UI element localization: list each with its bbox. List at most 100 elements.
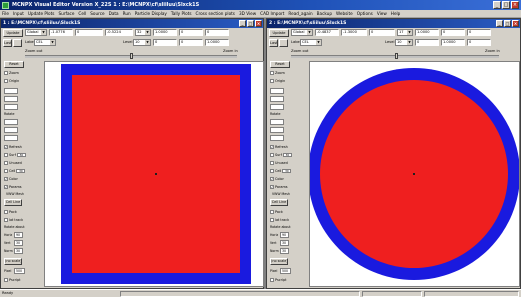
plot-canvas-2[interactable] [309,61,520,287]
zoom-radio[interactable] [270,71,274,75]
origin-option[interactable]: Origin [4,79,19,83]
side-field-5[interactable] [4,127,18,133]
lat-track-checkbox[interactable] [270,218,274,222]
zoom-radio[interactable] [4,71,8,75]
menu-item-cross-section-plots[interactable]: Cross section plots [196,11,235,16]
refresh-checkbox[interactable]: ✓ [270,145,274,149]
menu-item-help[interactable]: Help [391,11,401,16]
params-checkbox[interactable]: ✓ [4,185,8,189]
zoom-option[interactable]: Zoom [270,71,285,75]
side-field-3[interactable] [270,104,284,110]
menu-item-options[interactable]: Options [357,11,373,16]
side-field-4[interactable] [4,119,18,125]
menu-item-read-again[interactable]: Read_again [288,11,312,16]
params-option[interactable]: ✓ Params [270,185,288,189]
menu-item-source[interactable]: Source [90,11,104,16]
pscript-checkbox[interactable] [4,278,8,282]
vert-field[interactable]: 30 [280,240,289,246]
lat-track-option[interactable]: lat track [270,218,289,222]
unused-option[interactable]: Unused [270,161,288,165]
extent-combo[interactable]: 32 ▼ [135,29,151,36]
origin-y-field[interactable]: -1.3000 [341,29,367,36]
extent-3-field[interactable]: 0 [467,29,491,36]
color-checkbox[interactable]: ✓ [270,177,274,181]
zoom-slider-thumb[interactable] [130,53,133,59]
norm-field[interactable]: 30 [14,248,23,254]
origin-x-field[interactable]: -0.4837 [315,29,339,36]
horiz-field[interactable]: 90 [14,232,23,238]
side-field-1[interactable] [4,88,18,94]
next-button[interactable] [279,39,288,47]
menu-item-input[interactable]: Input [13,11,24,16]
window-1-minimize-button[interactable]: _ [239,20,246,27]
extent-combo[interactable]: 17 ▼ [397,29,413,36]
pscript-option[interactable]: Pscript [4,278,20,282]
menu-item-website[interactable]: Website [336,11,353,16]
cell-checkbox[interactable] [4,169,8,173]
surf-option[interactable]: Surf 30 [270,153,292,157]
level-3-field[interactable]: 1.0000 [205,39,229,46]
zoom-option[interactable]: Zoom [4,71,19,75]
menu-item-update-plots[interactable]: Update Plots [28,11,55,16]
menu-item-file[interactable]: File [2,11,9,16]
level-combo[interactable]: 10 ▼ [133,39,151,46]
surf-checkbox[interactable] [4,153,8,157]
side-field-6[interactable] [4,135,18,141]
level-combo[interactable]: 10 ▼ [395,39,413,46]
level-2-field[interactable]: 1.0000 [441,39,465,46]
cell-option[interactable]: Cell 30 [270,169,292,173]
refresh-checkbox[interactable]: ✓ [4,145,8,149]
side-field-2[interactable] [270,96,284,102]
origin-radio[interactable] [270,79,274,83]
extent-1-field[interactable]: 1.0000 [153,29,177,36]
surf-value[interactable]: 30 [282,153,292,157]
origin-x-field[interactable]: -1.0776 [49,29,73,36]
cell-value[interactable]: 30 [16,169,26,173]
maximize-button[interactable]: □ [502,1,510,9]
refresh-option[interactable]: ✓ Refresh [270,145,288,149]
scale-dropdown[interactable]: (no scale) [270,258,288,265]
label-combo[interactable]: CEL ▼ [34,39,56,46]
vert-field[interactable]: 30 [14,240,23,246]
menu-item-view[interactable]: View [377,11,387,16]
pscript-checkbox[interactable] [270,278,274,282]
view-combo[interactable]: Global ▼ [25,29,47,36]
surf-option[interactable]: Surf 30 [4,153,26,157]
surf-checkbox[interactable] [270,153,274,157]
unused-checkbox[interactable] [270,161,274,165]
reset-button[interactable]: Reset [4,61,24,68]
menu-item-particle-display[interactable]: Particle Display [135,11,167,16]
norm-field[interactable]: 30 [280,248,289,254]
window-2-close-button[interactable]: × [512,20,519,27]
last-button[interactable]: Last [269,39,278,47]
window-2-minimize-button[interactable]: _ [496,20,503,27]
menu-item-tally-plots[interactable]: Tally Plots [171,11,192,16]
menu-item-surface[interactable]: Surface [58,11,74,16]
geometry-plot-1[interactable] [45,62,263,286]
color-option[interactable]: ✓ Color [270,177,284,181]
pixel-field[interactable]: 500 [280,268,291,274]
lat-track-checkbox[interactable] [4,218,8,222]
last-button[interactable]: Last [3,39,12,47]
side-field-4[interactable] [270,119,284,125]
menu-item-3d-view[interactable]: 3D View [239,11,256,16]
side-field-5[interactable] [270,127,284,133]
origin-z-field[interactable]: 0 [369,29,395,36]
zoom-slider[interactable] [25,53,237,59]
side-field-3[interactable] [4,104,18,110]
menu-item-cell[interactable]: Cell [78,11,86,16]
side-field-2[interactable] [4,96,18,102]
unused-checkbox[interactable] [4,161,8,165]
menu-item-backup[interactable]: Backup [317,11,332,16]
lat-track-option[interactable]: lat track [4,218,23,222]
window-1-maximize-button[interactable]: □ [247,20,254,27]
unused-option[interactable]: Unused [4,161,22,165]
menu-item-run[interactable]: Run [123,11,131,16]
minimize-button[interactable]: _ [493,1,501,9]
update-button[interactable]: Update [3,29,23,37]
cell-option[interactable]: Cell 30 [4,169,26,173]
pscript-option[interactable]: Pscript [270,278,286,282]
geometry-plot-2[interactable] [310,62,519,286]
surf-value[interactable]: 30 [16,153,26,157]
color-checkbox[interactable]: ✓ [4,177,8,181]
